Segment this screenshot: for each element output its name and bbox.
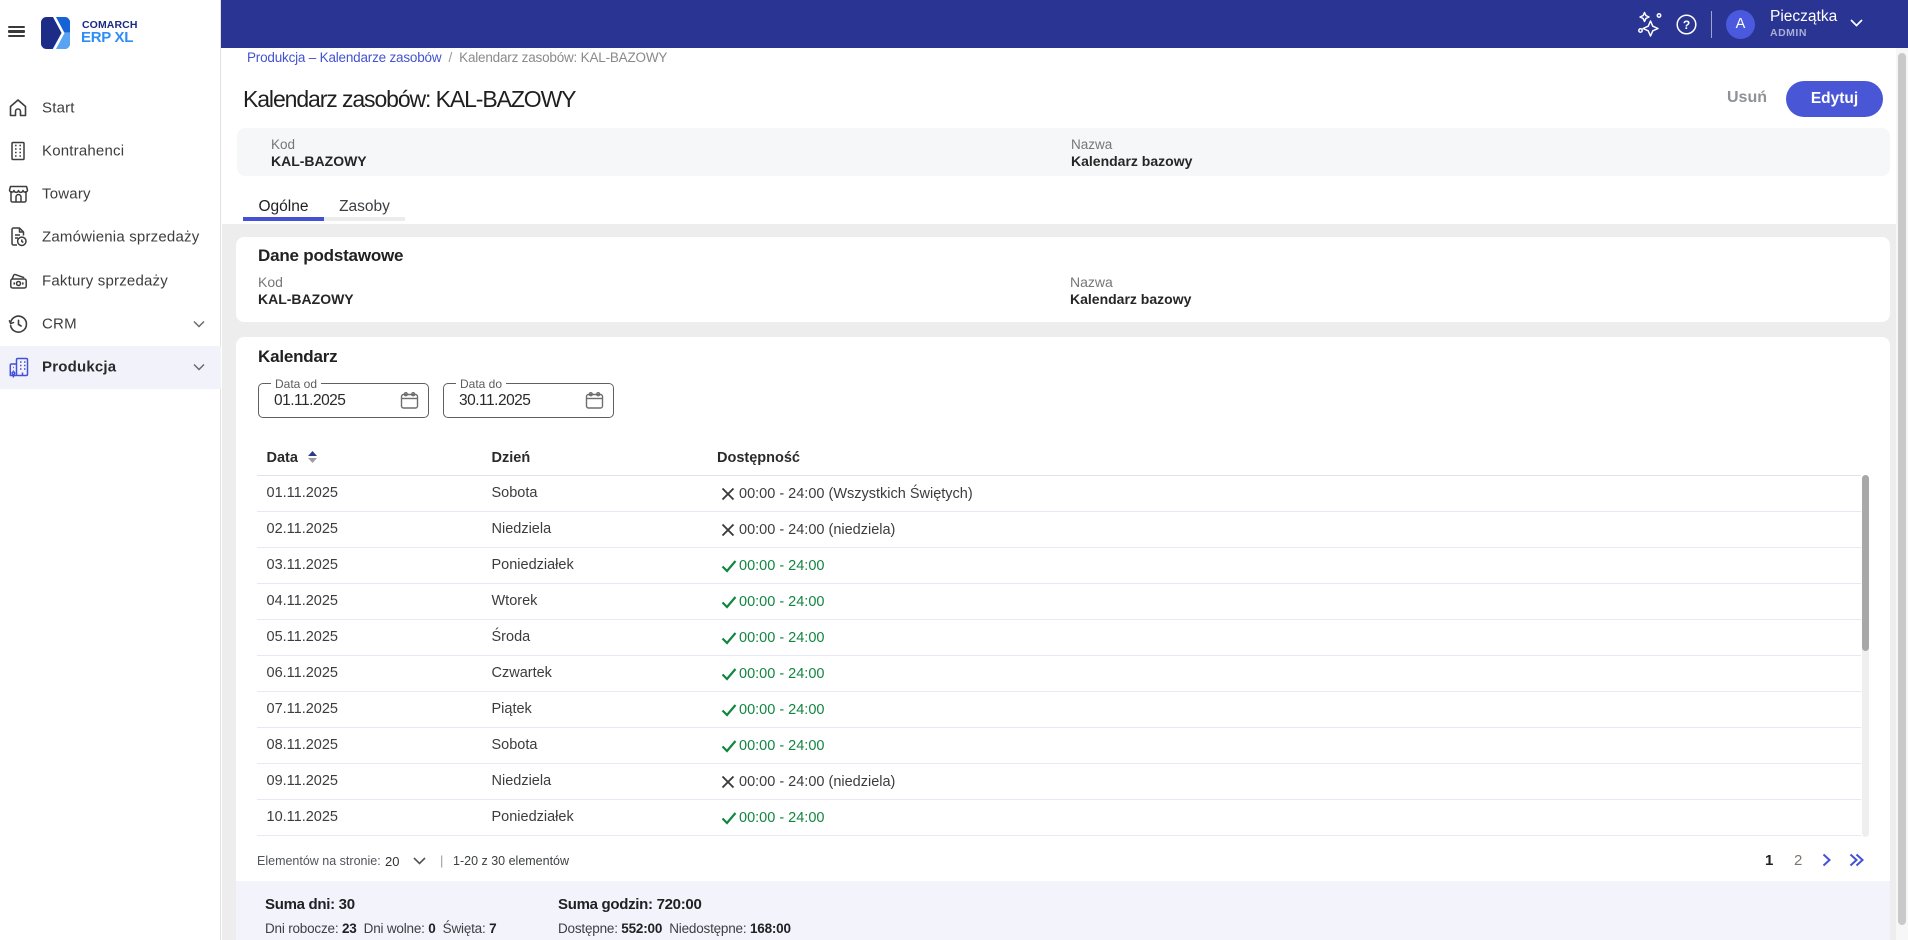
svg-text:?: ?	[1683, 18, 1690, 32]
